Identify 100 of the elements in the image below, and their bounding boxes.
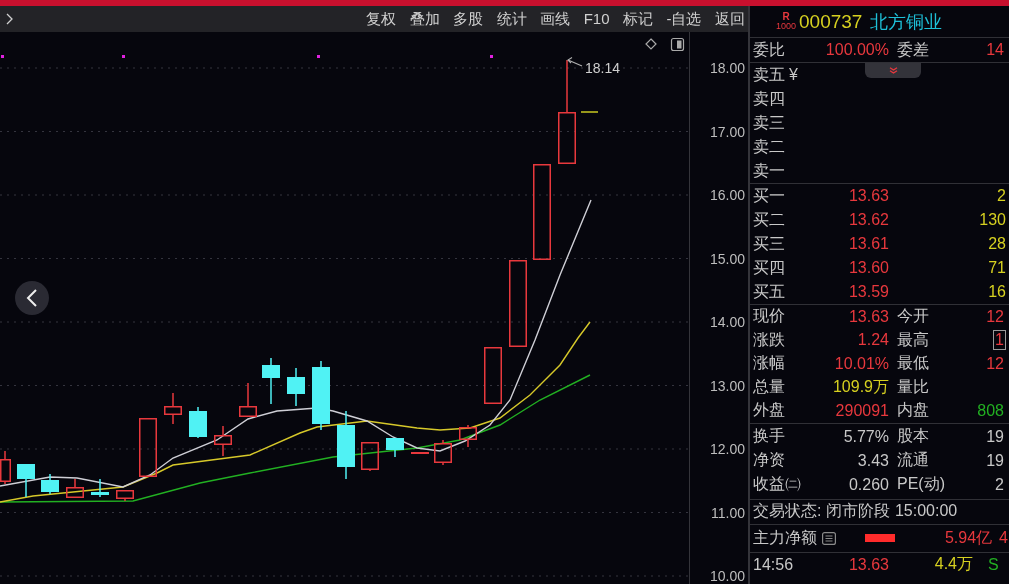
field-label: 内盘 — [896, 400, 929, 421]
panel-toggle-icon[interactable] — [670, 37, 685, 52]
candlestick — [287, 367, 305, 407]
chevron-left-icon[interactable] — [26, 289, 37, 307]
price-axis-label: 13.00 — [709, 377, 745, 394]
candlestick — [411, 452, 429, 454]
order-volume: 2 — [997, 187, 1006, 205]
field-value: 19 — [985, 426, 1005, 447]
double-chevron-down-icon — [888, 67, 898, 74]
field-value: 14 — [985, 40, 1005, 60]
order-level-label: 卖三 — [753, 112, 785, 133]
toolbar-button[interactable]: 统计 — [496, 8, 527, 30]
field-value: 109.9万 — [831, 377, 890, 398]
order-level-label: 买三 — [753, 233, 785, 254]
net-flow-value: 4 — [999, 529, 1008, 547]
candlestick — [189, 406, 207, 439]
field-label: 换手 — [753, 426, 785, 446]
price-axis-label: 15.00 — [709, 250, 745, 267]
diamond-icon[interactable] — [645, 38, 657, 50]
field-value: 12 — [985, 353, 1005, 374]
candlestick — [41, 473, 59, 495]
candlestick — [459, 424, 477, 448]
field-value: 12 — [985, 306, 1005, 327]
toolbar-button[interactable]: 叠加 — [409, 8, 440, 30]
field-label: 收益㈡ — [753, 474, 801, 494]
order-volume: 71 — [988, 259, 1006, 277]
field-label: 涨幅 — [753, 353, 785, 374]
leader-line — [567, 56, 583, 67]
field-label: 股本 — [896, 426, 929, 446]
order-volume: 28 — [988, 235, 1006, 253]
high-price-label: 18.14 — [585, 60, 621, 76]
candlestick — [116, 490, 134, 502]
candlestick — [361, 442, 379, 472]
toolbar-button[interactable]: 标记 — [623, 8, 653, 30]
toolbar-button[interactable]: -自选 — [666, 8, 702, 30]
net-flow-label: 主力净额 — [753, 527, 817, 548]
toolbar-button[interactable]: 多股 — [453, 8, 484, 30]
stock-code: 000737 — [799, 10, 863, 33]
field-label: 净资 — [753, 450, 785, 470]
order-level-label: 卖四 — [753, 88, 785, 109]
status-value: 闭市阶段 15:00:00 — [826, 501, 958, 521]
field-label: 量比 — [896, 376, 929, 397]
field-value: 0.260 — [847, 474, 890, 495]
field-value: 290091 — [834, 400, 890, 421]
order-volume: 130 — [979, 211, 1006, 229]
order-volume: 16 — [988, 283, 1006, 301]
price-axis-label: 16.00 — [709, 187, 745, 203]
candlestick — [386, 437, 404, 458]
field-value: 1 — [993, 330, 1006, 351]
tick-time: 14:56 — [753, 555, 795, 574]
field-value: 3.43 — [856, 450, 890, 471]
field-label: 外盘 — [753, 400, 785, 421]
candlestick — [434, 439, 452, 466]
toolbar-button[interactable]: F10 — [583, 8, 610, 30]
tick-price: 13.63 — [847, 554, 890, 575]
field-label: 现价 — [753, 306, 785, 327]
field-label: 最高 — [896, 329, 929, 350]
last-price-line — [580, 111, 599, 113]
toolbar-button[interactable]: 画线 — [540, 8, 571, 30]
list-icon[interactable] — [822, 531, 836, 545]
stock-name: 北方铜业 — [870, 10, 943, 34]
order-level-label: 卖二 — [753, 136, 785, 157]
field-label: 总量 — [753, 376, 785, 397]
field-value: 5.77% — [842, 426, 890, 447]
scroll-left-button[interactable] — [15, 281, 49, 315]
order-price: 13.63 — [847, 186, 890, 206]
net-flow-bar — [865, 534, 895, 542]
chevron-right-icon[interactable] — [6, 13, 13, 25]
order-level-label: 买四 — [753, 257, 785, 278]
price-axis-label: 14.00 — [709, 314, 745, 330]
field-value: 808 — [976, 400, 1005, 421]
candlestick — [139, 418, 157, 477]
field-value: 10.01% — [833, 353, 890, 374]
candlestick — [337, 410, 355, 480]
toolbar-button[interactable]: 返回 — [715, 8, 745, 30]
candlestick — [262, 357, 280, 405]
order-price: 13.60 — [847, 258, 890, 278]
price-axis-label: 18.00 — [709, 60, 745, 76]
field-label: PE(动) — [896, 474, 945, 494]
candlestick — [484, 347, 502, 404]
status-label: 交易状态: — [753, 501, 822, 521]
tick-side: S — [987, 555, 999, 574]
order-price: 13.62 — [847, 210, 890, 230]
tick-volume: 4.4万 — [934, 554, 973, 574]
order-level-label: 买二 — [753, 209, 785, 230]
field-value: 1.24 — [856, 330, 890, 351]
order-level-label: 买五 — [753, 281, 785, 302]
badge-number: 1000 — [776, 22, 797, 31]
candlestick — [91, 478, 109, 498]
field-label: 最低 — [896, 353, 929, 374]
price-axis-label: 10.00 — [709, 568, 745, 584]
field-label: 流通 — [896, 450, 929, 470]
badge-letter: R — [782, 12, 790, 22]
toolbar-button[interactable]: 复权 — [366, 8, 397, 30]
order-price: 13.61 — [847, 234, 890, 254]
candlestick — [214, 425, 232, 457]
candlestick — [0, 450, 11, 485]
field-value: 13.63 — [847, 306, 890, 327]
order-level-label: 买一 — [753, 185, 785, 206]
field-value: 19 — [985, 450, 1005, 471]
